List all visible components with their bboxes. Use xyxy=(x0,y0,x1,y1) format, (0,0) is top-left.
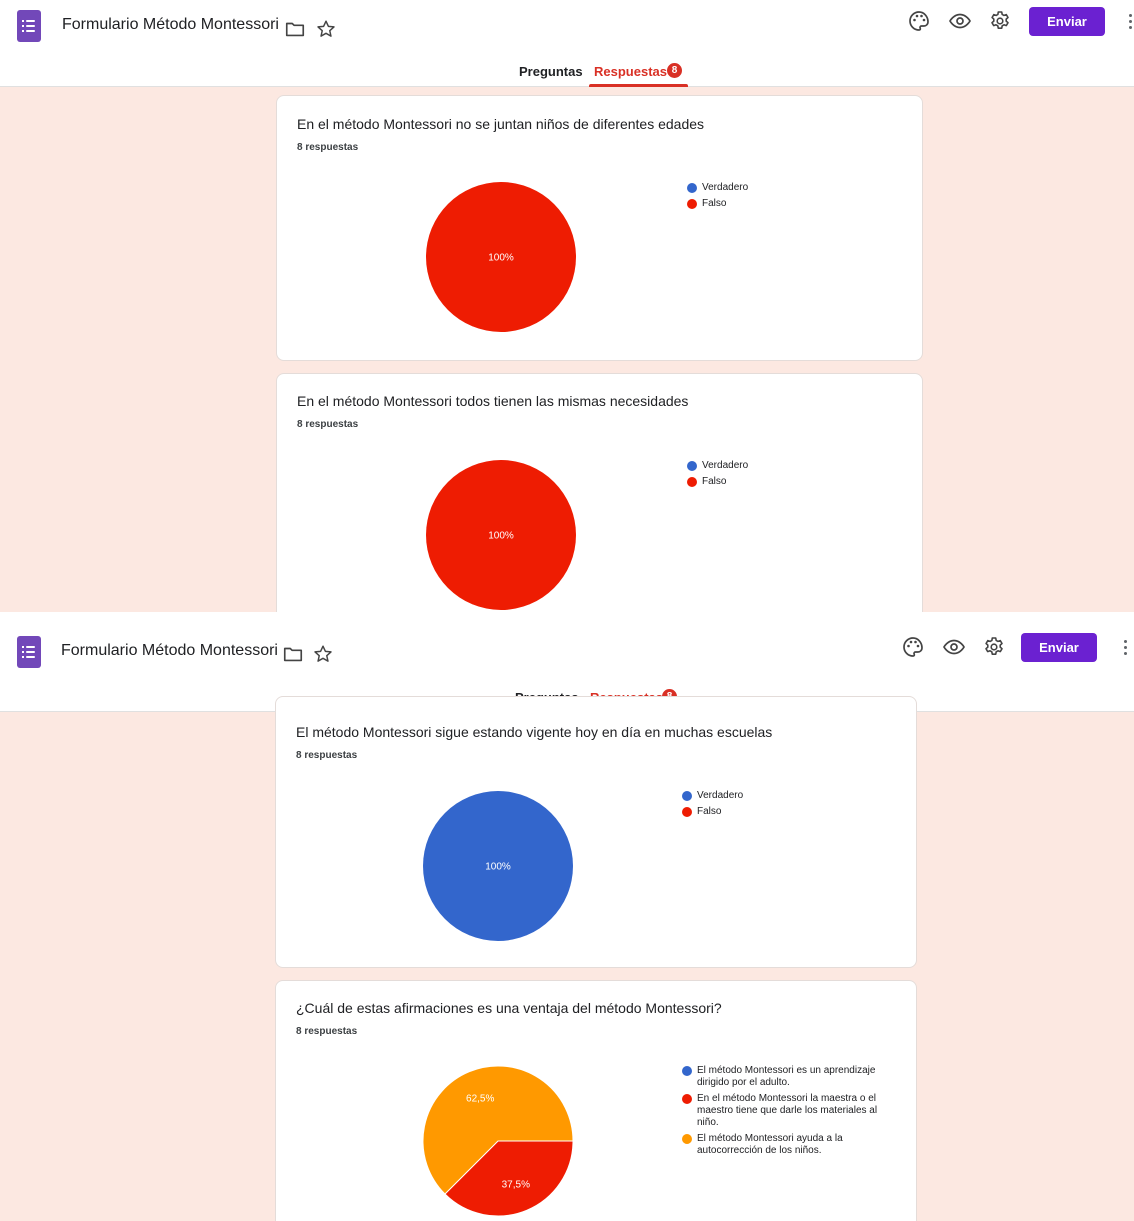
chart-legend: Verdadero Falso xyxy=(687,182,897,214)
legend-swatch xyxy=(682,1134,692,1144)
form-title[interactable]: Formulario Método Montessori xyxy=(62,16,279,34)
eye-icon[interactable] xyxy=(948,9,972,33)
chart-legend: Verdadero Falso xyxy=(682,790,892,822)
response-card: En el método Montessori todos tienen las… xyxy=(276,373,923,612)
responses-count-badge: 8 xyxy=(667,63,682,78)
google-forms-logo-icon[interactable] xyxy=(17,10,41,42)
gear-icon[interactable] xyxy=(988,9,1012,33)
palette-icon[interactable] xyxy=(901,635,925,659)
tab-responses[interactable]: Respuestas xyxy=(594,64,667,79)
legend-swatch xyxy=(687,477,697,487)
question-title: En el método Montessori no se juntan niñ… xyxy=(297,116,705,132)
legend-label: El método Montessori es un aprendizaje d… xyxy=(697,1065,876,1088)
legend-swatch xyxy=(682,807,692,817)
legend-swatch xyxy=(682,1066,692,1076)
palette-icon[interactable] xyxy=(907,9,931,33)
send-button[interactable]: Enviar xyxy=(1021,633,1097,662)
chart-legend: Verdadero Falso xyxy=(687,460,897,492)
legend-label: Falso xyxy=(697,806,722,817)
response-count: 8 respuestas xyxy=(296,750,358,761)
pie-chart: 100% xyxy=(426,182,576,332)
active-tab-indicator xyxy=(589,84,688,87)
screenshot-separator xyxy=(0,612,1134,626)
legend-item: Falso xyxy=(687,476,897,488)
gear-icon[interactable] xyxy=(982,635,1006,659)
legend-swatch xyxy=(687,183,697,193)
slice-label: 100% xyxy=(488,253,514,264)
slice-label: 100% xyxy=(488,531,514,542)
question-title: El método Montessori sigue estando vigen… xyxy=(296,724,773,740)
pie-chart: 100% xyxy=(426,460,576,610)
tab-questions[interactable]: Preguntas xyxy=(519,64,583,79)
folder-icon[interactable] xyxy=(282,643,304,665)
legend-swatch xyxy=(687,199,697,209)
response-count: 8 respuestas xyxy=(297,419,359,430)
response-card: ¿Cuál de estas afirmaciones es una venta… xyxy=(275,980,917,1221)
response-card: El método Montessori sigue estando vigen… xyxy=(275,696,917,968)
legend-item: Verdadero xyxy=(682,790,892,802)
form-title[interactable]: Formulario Método Montessori xyxy=(61,642,278,660)
legend-item: El método Montessori ayuda a la autocorr… xyxy=(682,1133,892,1157)
top-app-bar: Formulario Método Montessori Enviar Preg… xyxy=(0,0,1134,87)
legend-item: El método Montessori es un aprendizaje d… xyxy=(682,1065,892,1089)
legend-label: En el método Montessori la maestra o el … xyxy=(697,1093,878,1128)
star-icon[interactable] xyxy=(315,18,337,40)
google-forms-logo-icon[interactable] xyxy=(17,636,41,668)
question-title: En el método Montessori todos tienen las… xyxy=(297,393,689,409)
slice-label: 100% xyxy=(485,862,511,873)
send-button[interactable]: Enviar xyxy=(1029,7,1105,36)
response-card: En el método Montessori no se juntan niñ… xyxy=(276,95,923,361)
response-count: 8 respuestas xyxy=(297,142,359,153)
legend-item: Falso xyxy=(682,806,892,818)
screenshot-top: Formulario Método Montessori Enviar Preg… xyxy=(0,0,1134,612)
eye-icon[interactable] xyxy=(942,635,966,659)
response-count: 8 respuestas xyxy=(296,1026,358,1037)
more-vert-icon[interactable] xyxy=(1129,14,1133,30)
legend-swatch xyxy=(687,461,697,471)
chart-legend: El método Montessori es un aprendizaje d… xyxy=(682,1065,892,1161)
pie-chart: 100% xyxy=(423,791,573,941)
slice-label: 62,5% xyxy=(466,1094,494,1105)
legend-label: Verdadero xyxy=(702,460,749,471)
legend-label: Verdadero xyxy=(702,182,749,193)
legend-label: Falso xyxy=(702,476,727,487)
legend-item: En el método Montessori la maestra o el … xyxy=(682,1093,892,1129)
legend-label: Falso xyxy=(702,198,727,209)
legend-item: Verdadero xyxy=(687,182,897,194)
legend-item: Verdadero xyxy=(687,460,897,472)
legend-label: El método Montessori ayuda a la autocorr… xyxy=(697,1133,843,1156)
screenshot-bottom: Formulario Método Montessori Enviar Preg… xyxy=(0,626,1134,1221)
pie-chart: 37,5% 62,5% xyxy=(422,1065,574,1217)
more-vert-icon[interactable] xyxy=(1124,640,1128,656)
question-title: ¿Cuál de estas afirmaciones es una venta… xyxy=(296,1000,722,1016)
folder-icon[interactable] xyxy=(284,18,306,40)
star-icon[interactable] xyxy=(312,643,334,665)
legend-swatch xyxy=(682,791,692,801)
slice-label: 37,5% xyxy=(502,1179,530,1190)
legend-swatch xyxy=(682,1094,692,1104)
legend-label: Verdadero xyxy=(697,790,744,801)
legend-item: Falso xyxy=(687,198,897,210)
